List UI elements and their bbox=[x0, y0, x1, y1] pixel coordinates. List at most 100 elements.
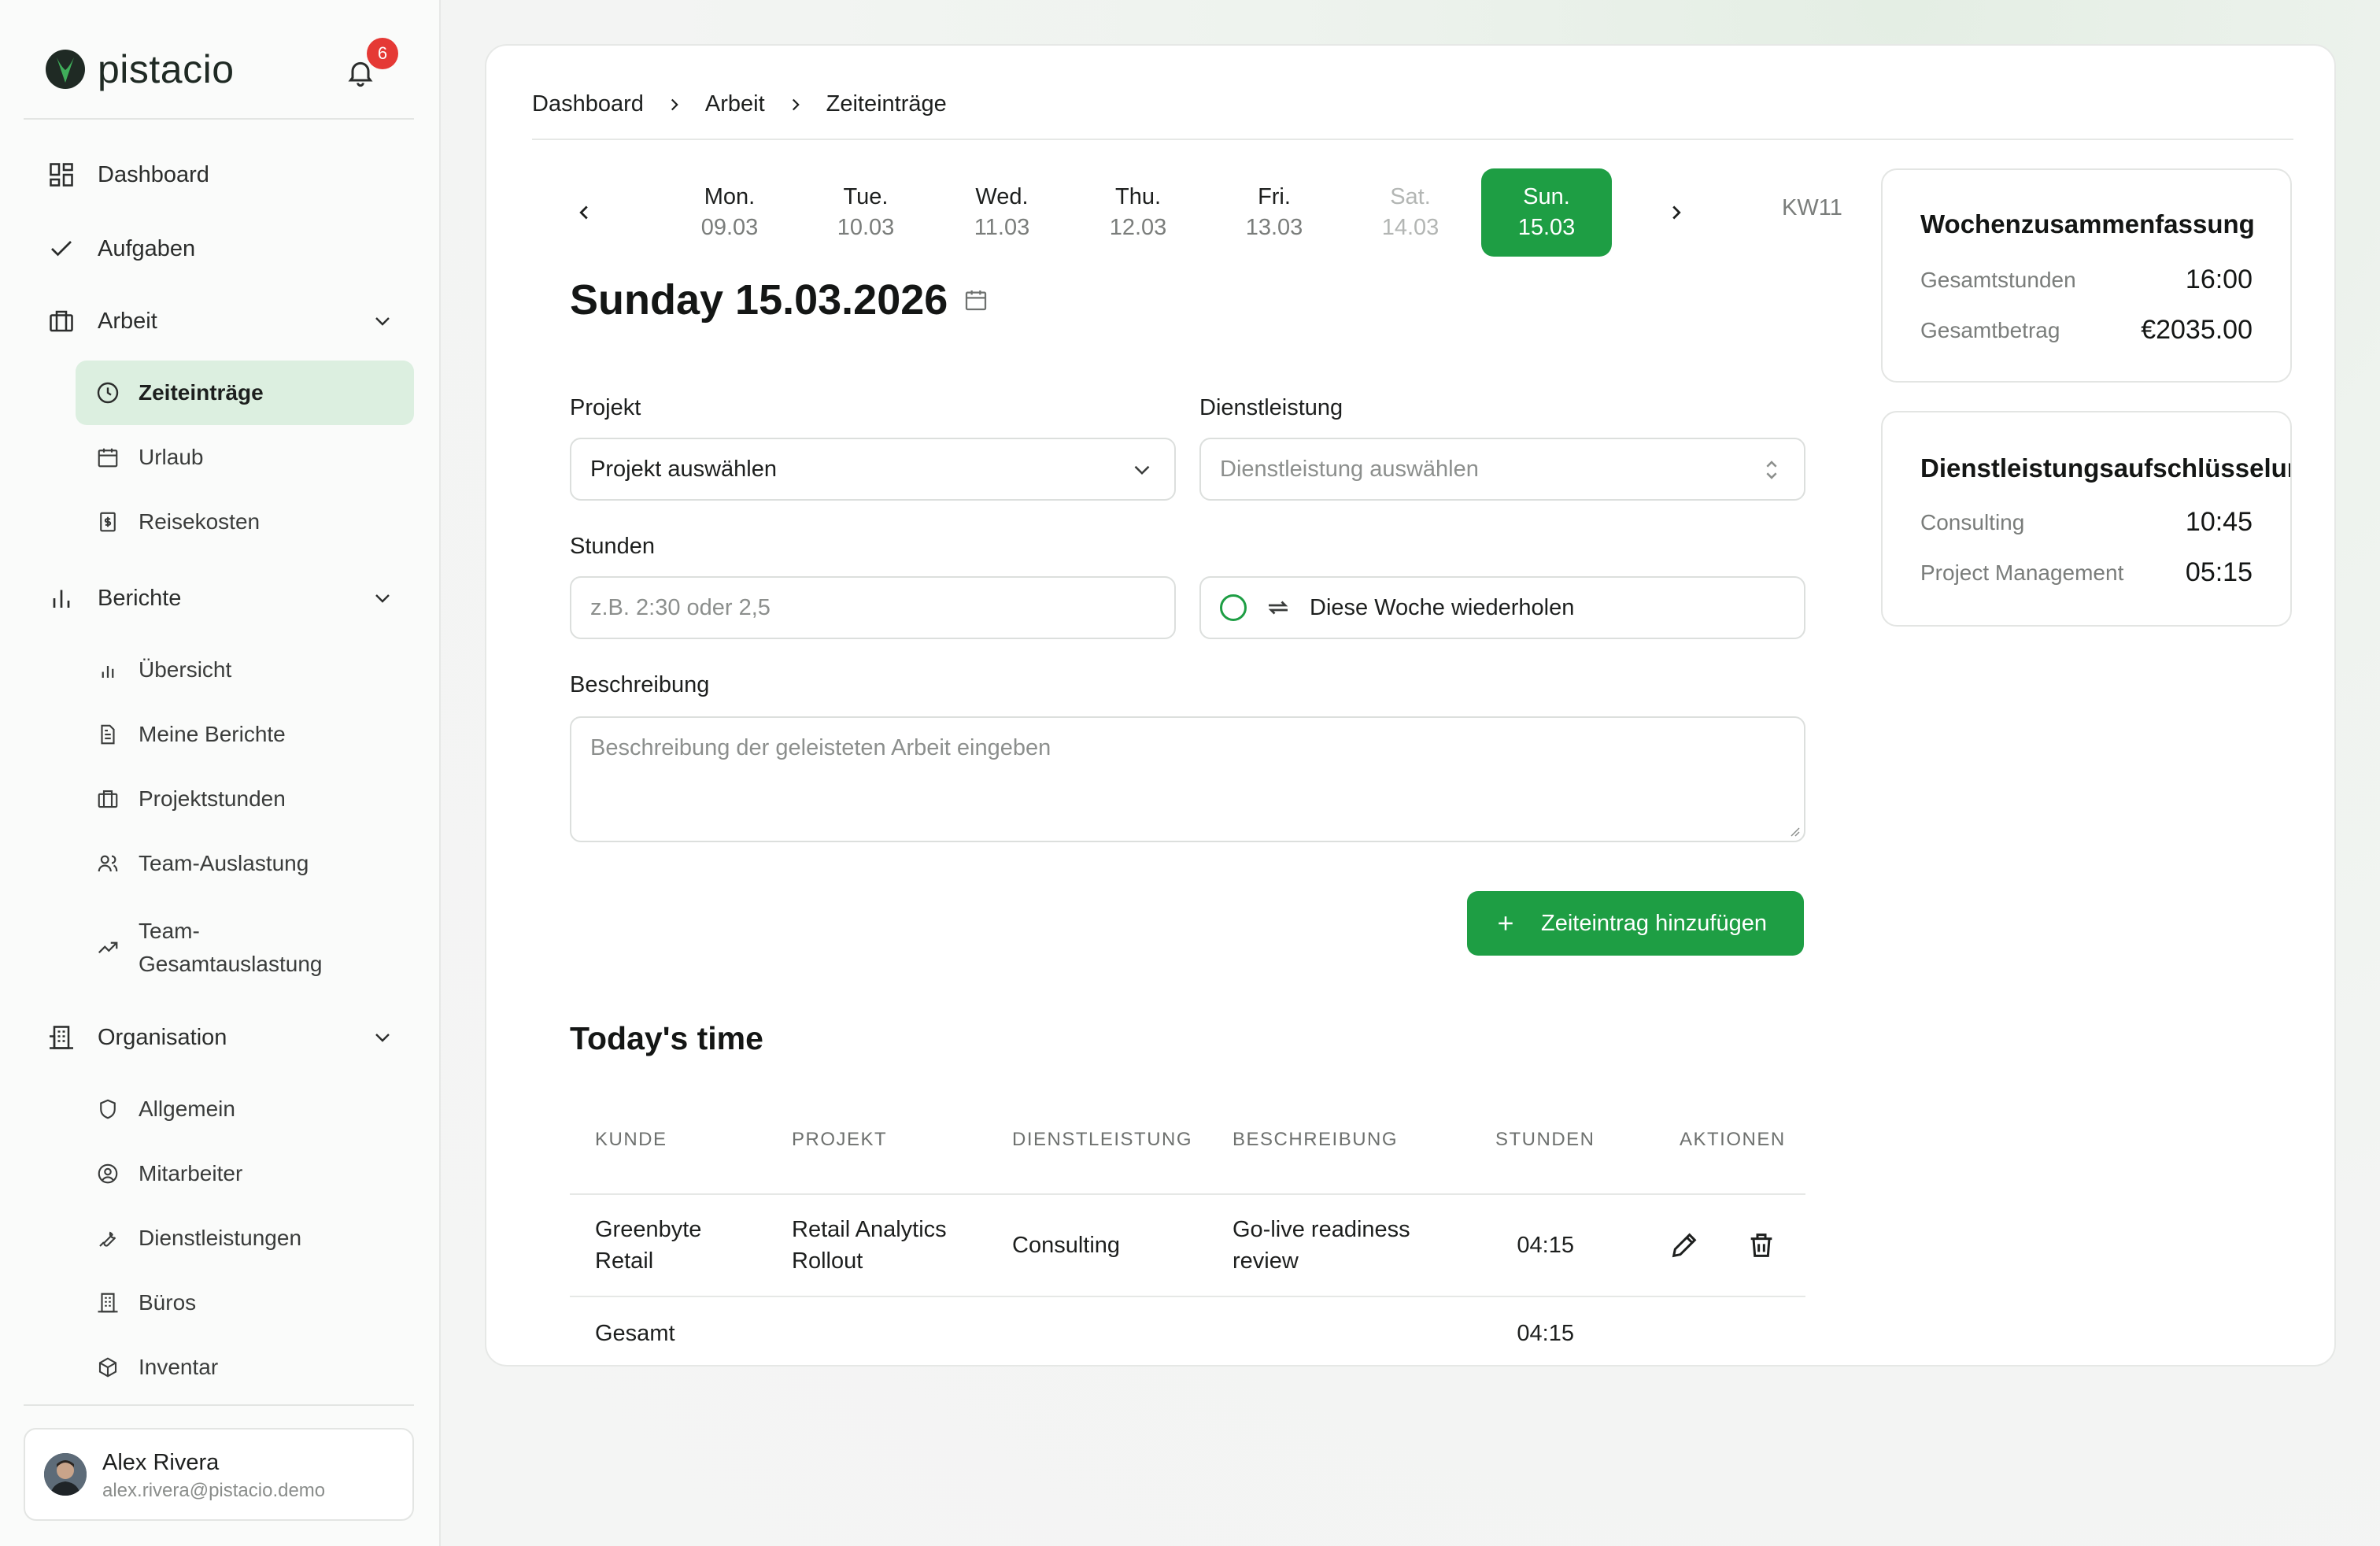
add-time-entry-button[interactable]: Zeiteintrag hinzufügen bbox=[1467, 891, 1804, 956]
cell-projekt: Retail Analytics Rollout bbox=[792, 1214, 947, 1277]
add-button-label: Zeiteintrag hinzufügen bbox=[1541, 910, 1767, 936]
th-aktionen: AKTIONEN bbox=[1680, 1129, 1786, 1150]
day-date: 14.03 bbox=[1381, 215, 1439, 240]
projekt-select[interactable]: Projekt auswählen bbox=[570, 438, 1176, 501]
week-label: KW11 bbox=[1782, 195, 1842, 220]
calendar-icon[interactable] bbox=[963, 287, 989, 313]
chevron-down-icon bbox=[1134, 465, 1150, 475]
breadcrumb-dashboard[interactable]: Dashboard bbox=[532, 91, 644, 117]
day-tue[interactable]: Tue. 10.03 bbox=[800, 168, 931, 257]
brand[interactable]: pistacio bbox=[46, 44, 235, 94]
shield-icon bbox=[93, 1094, 123, 1124]
nav-label: Dienstleistungen bbox=[139, 1226, 302, 1250]
repeat-icon bbox=[1268, 601, 1288, 615]
cell-kunde: Greenbyte Retail bbox=[595, 1214, 701, 1277]
breakdown-label: Consulting bbox=[1920, 510, 2025, 534]
nav-team-auslastung[interactable]: Team-Auslastung bbox=[93, 841, 309, 886]
nav-zeiteintraege[interactable]: Zeiteinträge bbox=[93, 371, 264, 415]
repeat-week-toggle[interactable]: Diese Woche wiederholen bbox=[1199, 576, 1805, 639]
building-icon bbox=[93, 1288, 123, 1318]
building-icon bbox=[46, 1022, 77, 1053]
nav-aufgaben[interactable]: Aufgaben bbox=[46, 227, 195, 271]
projekt-value: Projekt auswählen bbox=[590, 456, 777, 482]
nav-bueros[interactable]: Büros bbox=[93, 1281, 196, 1325]
projekt-label: Projekt bbox=[570, 395, 641, 420]
nav-urlaub[interactable]: Urlaub bbox=[93, 435, 203, 479]
nav-arbeit[interactable]: Arbeit bbox=[46, 299, 157, 343]
cell-line: Greenbyte bbox=[595, 1217, 702, 1242]
cell-line: Retail Analytics bbox=[792, 1217, 947, 1242]
divider bbox=[570, 1193, 1805, 1195]
nav-berichte[interactable]: Berichte bbox=[46, 576, 181, 620]
chevron-down-icon[interactable] bbox=[370, 309, 395, 334]
nav-dienstleistungen[interactable]: Dienstleistungen bbox=[93, 1216, 301, 1260]
nav-allgemein[interactable]: Allgemein bbox=[93, 1087, 235, 1131]
nav-label: Reisekosten bbox=[139, 509, 261, 534]
cell-line: review bbox=[1232, 1248, 1299, 1274]
chevron-right-icon[interactable] bbox=[1658, 194, 1695, 231]
day-mon[interactable]: Mon. 09.03 bbox=[664, 168, 795, 257]
nav-organisation[interactable]: Organisation bbox=[46, 1015, 227, 1060]
nav-reisekosten[interactable]: Reisekosten bbox=[93, 500, 260, 544]
breakdown-label: Project Management bbox=[1920, 560, 2124, 585]
chevron-down-icon[interactable] bbox=[370, 586, 395, 611]
beschreibung-label: Beschreibung bbox=[570, 672, 710, 697]
chevron-updown-icon bbox=[1766, 460, 1777, 479]
radio-button[interactable] bbox=[1220, 594, 1247, 621]
breadcrumb: Dashboard Arbeit Zeiteinträge bbox=[532, 91, 947, 117]
breakdown-value: 10:45 bbox=[2185, 507, 2252, 537]
dienst-label: Dienstleistung bbox=[1199, 395, 1343, 420]
bar-chart-icon bbox=[46, 583, 77, 614]
nav-label: Projektstunden bbox=[139, 786, 286, 811]
cell-beschreibung: Go-live readiness review bbox=[1232, 1214, 1410, 1277]
chevron-down-icon[interactable] bbox=[370, 1025, 395, 1050]
user-email: alex.rivera@pistacio.demo bbox=[102, 1480, 326, 1501]
nav-projektstunden[interactable]: Projektstunden bbox=[93, 777, 286, 821]
cell-line: Go-live readiness bbox=[1232, 1217, 1410, 1242]
nav-meine-berichte[interactable]: Meine Berichte bbox=[93, 712, 286, 756]
hours-label: Gesamtstunden bbox=[1920, 268, 2076, 292]
nav-team-gesamtauslastung[interactable]: Team- Gesamtauslastung bbox=[93, 910, 322, 986]
th-stunden: STUNDEN bbox=[1495, 1129, 1595, 1150]
check-icon bbox=[46, 233, 77, 264]
breakdown-title: Dienstleistungsaufschlüsselung bbox=[1920, 453, 2292, 483]
breadcrumb-arbeit[interactable]: Arbeit bbox=[705, 91, 765, 117]
day-sat[interactable]: Sat. 14.03 bbox=[1345, 168, 1476, 257]
day-date: 10.03 bbox=[837, 215, 895, 240]
pistachio-logo-icon bbox=[46, 50, 85, 89]
user-card[interactable]: Alex Rivera alex.rivera@pistacio.demo bbox=[24, 1428, 414, 1521]
nav-label: Zeiteinträge bbox=[139, 380, 264, 405]
day-sun[interactable]: Sun. 15.03 bbox=[1481, 168, 1612, 257]
nav-label: Gesamtauslastung bbox=[139, 952, 323, 976]
bar-chart-icon bbox=[93, 655, 123, 685]
nav-mitarbeiter[interactable]: Mitarbeiter bbox=[93, 1152, 242, 1196]
nav-label: Meine Berichte bbox=[139, 722, 286, 746]
nav-uebersicht[interactable]: Übersicht bbox=[93, 648, 231, 692]
day-thu[interactable]: Thu. 12.03 bbox=[1073, 168, 1203, 257]
dienstleistung-select[interactable]: Dienstleistung auswählen bbox=[1199, 438, 1805, 501]
nav-label: Urlaub bbox=[139, 445, 204, 469]
trash-icon[interactable] bbox=[1746, 1230, 1777, 1261]
resize-handle-icon[interactable] bbox=[1787, 823, 1801, 838]
nav-label: Aufgaben bbox=[98, 235, 196, 261]
day-fri[interactable]: Fri. 13.03 bbox=[1209, 168, 1340, 257]
day-name: Wed. bbox=[975, 184, 1029, 209]
nav-label: Allgemein bbox=[139, 1097, 235, 1121]
stunden-input[interactable]: z.B. 2:30 oder 2,5 bbox=[570, 576, 1176, 639]
package-icon bbox=[93, 1352, 123, 1382]
nav-inventar[interactable]: Inventar bbox=[93, 1345, 218, 1389]
th-dienstleistung: DIENSTLEISTUNG bbox=[1012, 1129, 1193, 1150]
day-date: 15.03 bbox=[1517, 215, 1576, 240]
nav-dashboard[interactable]: Dashboard bbox=[46, 153, 209, 197]
beschreibung-textarea[interactable]: Beschreibung der geleisteten Arbeit eing… bbox=[570, 716, 1805, 842]
edit-pencil-icon[interactable] bbox=[1669, 1230, 1700, 1261]
day-name: Thu. bbox=[1114, 184, 1162, 209]
document-icon bbox=[93, 719, 123, 749]
briefcase-icon bbox=[93, 784, 123, 814]
day-name: Fri. bbox=[1258, 184, 1291, 209]
user-circle-icon bbox=[93, 1159, 123, 1189]
day-wed[interactable]: Wed. 11.03 bbox=[937, 168, 1067, 257]
total-value: 04:15 bbox=[1517, 1321, 1574, 1346]
divider bbox=[24, 1404, 414, 1406]
chevron-left-icon[interactable] bbox=[565, 194, 603, 231]
